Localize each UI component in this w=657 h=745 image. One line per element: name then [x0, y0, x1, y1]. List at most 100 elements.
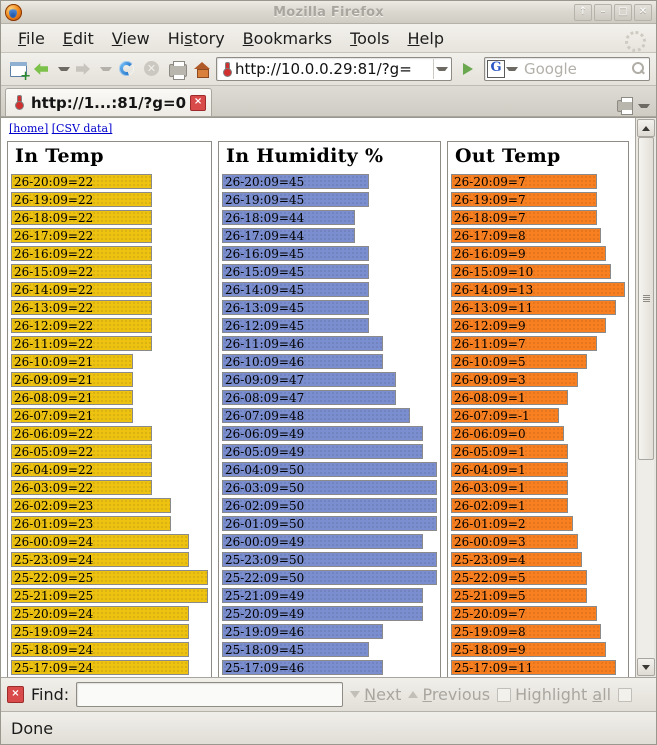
bar-row: 25-23:09=50 [222, 552, 437, 567]
home-button[interactable] [191, 58, 213, 80]
bar-label: 26-13:09=22 [14, 301, 93, 315]
back-history-chevron-down-icon[interactable] [58, 67, 70, 71]
bar-label: 26-04:09=22 [14, 463, 93, 477]
minimize-button[interactable]: – [594, 4, 612, 21]
search-input[interactable]: Google [519, 60, 629, 78]
find-match-case-checkbox[interactable] [618, 688, 632, 702]
tab-close-icon[interactable]: × [190, 95, 206, 111]
shade-button[interactable]: ↑ [574, 4, 592, 21]
menu-file[interactable]: File [9, 27, 54, 50]
link-csv-data[interactable]: [CSV data] [52, 122, 113, 135]
bar-row: 25-23:09=4 [451, 552, 582, 567]
new-tab-button[interactable] [7, 58, 29, 80]
url-bar[interactable]: http://10.0.0.29:81/?g= [216, 57, 452, 81]
bar-label: 26-08:09=47 [225, 391, 304, 405]
tab-print-icon[interactable] [617, 100, 633, 112]
bar-label: 25-20:09=49 [225, 607, 304, 621]
scrollbar-track[interactable] [638, 137, 654, 658]
find-previous-button[interactable]: Previous [408, 685, 490, 704]
chart-column-in-temp: In Temp 26-20:09=2226-19:09=2226-18:09=2… [7, 141, 212, 677]
find-close-icon[interactable]: × [7, 686, 24, 703]
close-button[interactable]: ✕ [634, 4, 652, 21]
menu-help[interactable]: Help [399, 27, 453, 50]
search-bar[interactable]: G Google [484, 57, 650, 81]
bar-row: 26-01:09=23 [11, 516, 171, 531]
search-icon[interactable] [629, 60, 647, 78]
bar-row: 26-11:09=46 [222, 336, 383, 351]
bar-row: 26-13:09=11 [451, 300, 616, 315]
bar-label: 26-01:09=2 [454, 517, 526, 531]
bar-row: 26-01:09=2 [451, 516, 573, 531]
bar-row: 26-17:09=8 [451, 228, 601, 243]
menu-history[interactable]: History [159, 27, 234, 50]
bar-row: 26-07:09=-1 [451, 408, 559, 423]
back-button[interactable] [32, 58, 54, 80]
link-home[interactable]: [home] [9, 122, 48, 135]
bar-row: 26-06:09=49 [222, 426, 423, 441]
bar-label: 26-07:09=21 [14, 409, 93, 423]
find-next-button[interactable]: Next [350, 685, 401, 704]
tab-list-chevron-down-icon[interactable] [638, 104, 650, 108]
bar-label: 26-19:09=7 [454, 193, 526, 207]
search-engine-chevron-down-icon[interactable] [506, 67, 518, 71]
bar-label: 26-18:09=44 [225, 211, 304, 225]
bar-label: 26-10:09=46 [225, 355, 304, 369]
bar-row: 26-09:09=3 [451, 372, 578, 387]
bar-label: 25-19:09=8 [454, 625, 526, 639]
bar-label: 26-13:09=11 [454, 301, 533, 315]
bar-row: 25-19:09=8 [451, 624, 601, 639]
bar-row: 25-17:09=24 [11, 660, 189, 675]
bar-row: 26-02:09=23 [11, 498, 171, 513]
bar-row: 25-19:09=24 [11, 624, 189, 639]
bar-label: 25-21:09=5 [454, 589, 526, 603]
scroll-down-button[interactable] [637, 658, 655, 676]
chart-title-in-humidity: In Humidity % [226, 145, 437, 167]
bar-row: 26-09:09=21 [11, 372, 133, 387]
maximize-button[interactable]: □ [614, 4, 632, 21]
bar-label: 26-15:09=10 [454, 265, 533, 279]
bar-label: 26-11:09=22 [14, 337, 93, 351]
vertical-scrollbar[interactable] [635, 118, 656, 677]
bar-row: 26-19:09=45 [222, 192, 369, 207]
menu-edit[interactable]: Edit [54, 27, 103, 50]
bar-row: 26-05:09=49 [222, 444, 423, 459]
content-viewport: [home] [CSV data] In Temp 26-20:09=2226-… [1, 117, 656, 677]
scroll-up-button[interactable] [637, 119, 655, 137]
bar-label: 26-05:09=1 [454, 445, 526, 459]
menu-tools[interactable]: Tools [341, 27, 398, 50]
bar-row: 26-18:09=7 [451, 210, 597, 225]
bar-row: 26-15:09=22 [11, 264, 152, 279]
menu-bookmarks[interactable]: Bookmarks [234, 27, 341, 50]
bar-label: 26-13:09=45 [225, 301, 304, 315]
url-history-dropdown[interactable] [433, 59, 449, 79]
menu-view[interactable]: View [103, 27, 159, 50]
bar-label: 26-17:09=44 [225, 229, 304, 243]
bar-label: 26-09:09=21 [14, 373, 93, 387]
tab-active[interactable]: http://1...:81/?g=0 × [5, 88, 212, 116]
throbber-icon [625, 31, 646, 52]
grip-icon [643, 295, 650, 302]
reload-button[interactable] [116, 58, 138, 80]
bar-row: 25-22:09=50 [222, 570, 437, 585]
navigation-toolbar: ✕ http://10.0.0.29:81/?g= G Google [1, 53, 656, 86]
bar-label: 26-11:09=46 [225, 337, 304, 351]
bar-row: 25-21:09=49 [222, 588, 423, 603]
bar-label: 25-17:09=11 [454, 661, 533, 675]
firefox-window: Mozilla Firefox ↑ – □ ✕ File Edit View H… [0, 0, 657, 745]
url-input[interactable]: http://10.0.0.29:81/?g= [235, 60, 433, 78]
bar-label: 26-00:09=49 [225, 535, 304, 549]
print-button[interactable] [166, 58, 188, 80]
bar-row: 25-22:09=25 [11, 570, 208, 585]
scrollbar-thumb[interactable] [638, 137, 654, 460]
bar-row: 26-14:09=13 [451, 282, 625, 297]
tab-strip-controls [617, 100, 656, 116]
bar-label: 25-23:09=24 [14, 553, 93, 567]
bar-row: 26-18:09=22 [11, 210, 152, 225]
bar-label: 26-08:09=1 [454, 391, 526, 405]
chart-column-in-humidity: In Humidity % 26-20:09=4526-19:09=4526-1… [218, 141, 441, 677]
find-input[interactable] [76, 682, 343, 707]
bar-row: 26-04:09=22 [11, 462, 152, 477]
bar-row: 26-15:09=45 [222, 264, 369, 279]
go-button[interactable] [455, 58, 481, 80]
find-highlight-all-checkbox[interactable]: Highlight all [497, 685, 611, 704]
